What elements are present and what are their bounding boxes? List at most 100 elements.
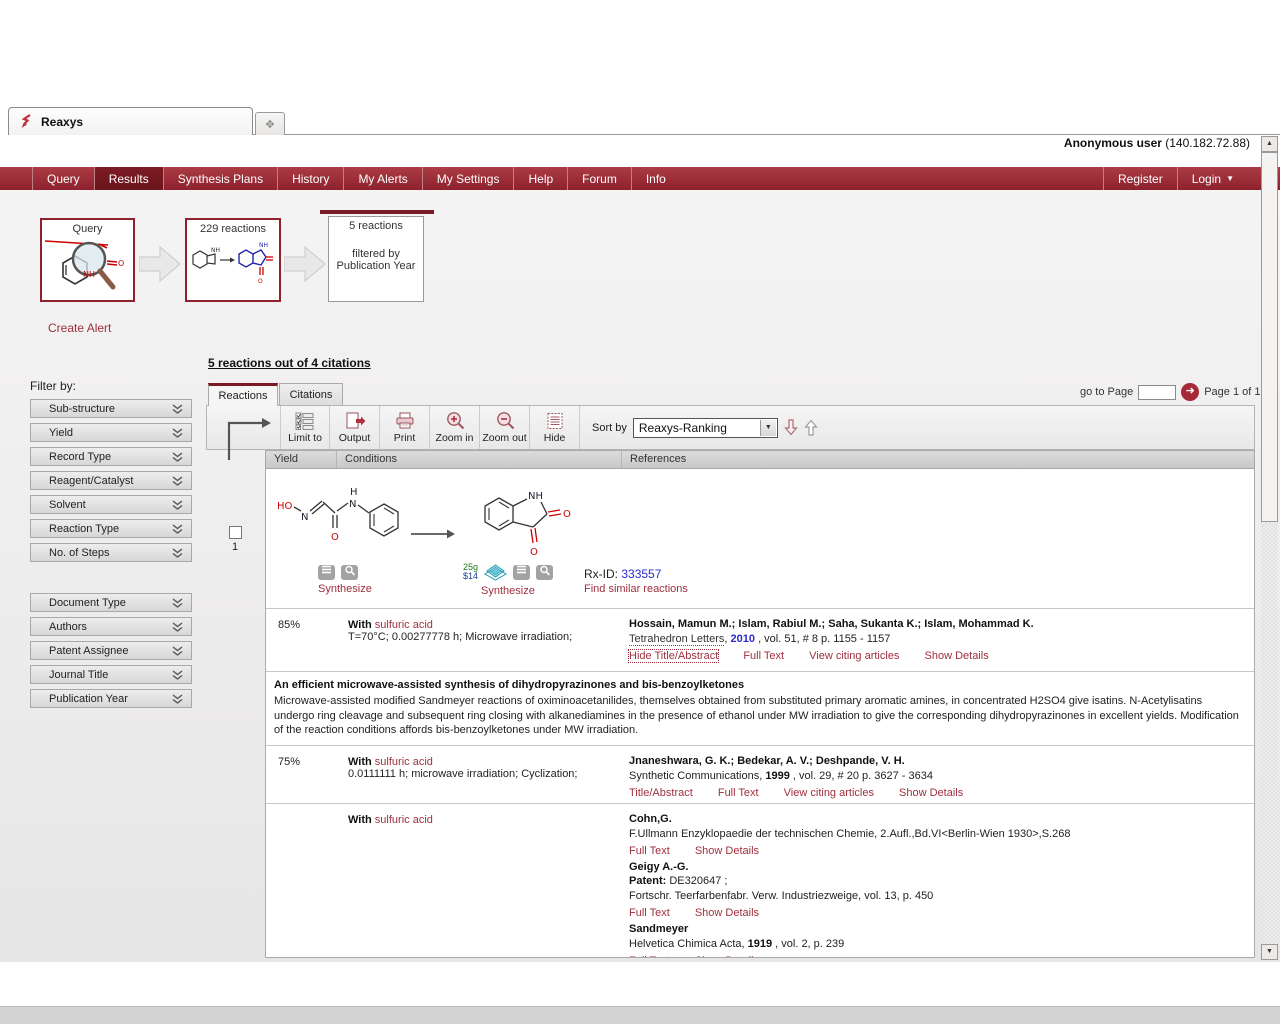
double-chevron-down-icon — [172, 500, 183, 511]
pub-year: 1999 — [765, 770, 789, 782]
filter-journal-title[interactable]: Journal Title — [30, 665, 192, 684]
filter-authors[interactable]: Authors — [30, 617, 192, 636]
nav-history[interactable]: History — [277, 167, 343, 190]
zoom-out-label: Zoom out — [482, 432, 526, 444]
yield-cell: 85% — [266, 609, 336, 671]
sort-descending-icon[interactable] — [784, 419, 798, 436]
supplier-diamond-icon[interactable] — [484, 564, 507, 581]
show-details-link[interactable]: Show Details — [899, 787, 963, 799]
filter-reagent-catalyst[interactable]: Reagent/Catalyst — [30, 471, 192, 490]
flow-filtered-field: Publication Year — [329, 260, 423, 272]
flow-229-reactions-box[interactable]: 229 reactions NH NH O — [185, 218, 281, 302]
full-text-link[interactable]: Full Text — [718, 787, 759, 799]
flow-229-label: 229 reactions — [187, 223, 279, 235]
flow-query-box[interactable]: Query O NH — [40, 218, 135, 302]
nav-help[interactable]: Help — [513, 167, 567, 190]
browser-new-tab-stub[interactable]: ✥ — [255, 112, 285, 135]
filter-reaction-type[interactable]: Reaction Type — [30, 519, 192, 538]
product-list-icon[interactable] — [513, 565, 530, 580]
reagent-link[interactable]: sulfuric acid — [375, 814, 433, 826]
title-abstract-link[interactable]: Title/Abstract — [629, 787, 693, 799]
product-search-icon[interactable] — [536, 565, 553, 580]
reagent-link[interactable]: sulfuric acid — [375, 619, 433, 631]
show-details-link[interactable]: Show Details — [695, 845, 759, 857]
view-citing-articles-link[interactable]: View citing articles — [784, 787, 874, 799]
tab-citations[interactable]: Citations — [279, 383, 343, 406]
scroll-up-button[interactable]: ▲ — [1261, 136, 1278, 152]
col-header-conditions[interactable]: Conditions — [336, 451, 621, 468]
results-toolbar: Limit to Output Print — [206, 405, 1255, 450]
scroll-down-button[interactable]: ▼ — [1261, 944, 1278, 960]
filter-document-type[interactable]: Document Type — [30, 593, 192, 612]
sort-dropdown[interactable]: Reaxys-Ranking ▼ — [633, 418, 778, 438]
record-checkbox[interactable] — [229, 526, 242, 539]
print-button[interactable]: Print — [380, 406, 430, 449]
nav-info[interactable]: Info — [631, 167, 680, 190]
output-icon — [344, 412, 366, 430]
reaction-arrow-icon — [411, 527, 456, 541]
limit-to-button[interactable]: Limit to — [280, 406, 330, 449]
flow-filtered-by: filtered by — [329, 248, 423, 260]
filter-label: No. of Steps — [49, 547, 110, 559]
full-text-link[interactable]: Full Text — [629, 845, 670, 857]
goto-page-button[interactable]: ➜ — [1181, 383, 1199, 401]
output-button[interactable]: Output — [330, 406, 380, 449]
yield-cell: 75% — [266, 746, 336, 803]
nav-forum[interactable]: Forum — [567, 167, 631, 190]
filter-record-type[interactable]: Record Type — [30, 447, 192, 466]
sort-ascending-icon[interactable] — [804, 419, 818, 436]
nav-results[interactable]: Results — [94, 167, 163, 190]
find-similar-reactions-link[interactable]: Find similar reactions — [584, 583, 688, 595]
double-chevron-down-icon — [172, 404, 183, 415]
create-alert-link[interactable]: Create Alert — [48, 321, 111, 335]
nav-my-settings[interactable]: My Settings — [422, 167, 514, 190]
show-details-link[interactable]: Show Details — [695, 955, 759, 958]
tabstrip-border — [250, 134, 1280, 135]
full-text-link[interactable]: Full Text — [743, 650, 784, 662]
filter-no-of-steps[interactable]: No. of Steps — [30, 543, 192, 562]
filter-yield[interactable]: Yield — [30, 423, 192, 442]
nav-login[interactable]: Login ▼ — [1177, 167, 1248, 190]
nav-my-alerts[interactable]: My Alerts — [343, 167, 421, 190]
hide-button[interactable]: Hide — [530, 406, 580, 449]
query-structure-image: O NH — [45, 235, 130, 295]
nav-query[interactable]: Query — [32, 167, 94, 190]
col-header-yield[interactable]: Yield — [266, 451, 336, 468]
reagent-link[interactable]: sulfuric acid — [375, 756, 433, 768]
synthesize-link-right[interactable]: Synthesize — [481, 585, 556, 597]
tab-reactions[interactable]: Reactions — [208, 383, 278, 406]
hide-title-abstract-link[interactable]: Hide Title/Abstract — [629, 650, 718, 662]
authors: Hossain, Mamun M.; Islam, Rabiul M.; Sah… — [629, 618, 1034, 630]
zoom-in-button[interactable]: Zoom in — [430, 406, 480, 449]
rx-id-value[interactable]: 333557 — [621, 567, 661, 581]
scrollbar-thumb[interactable] — [1261, 152, 1278, 522]
full-text-link[interactable]: Full Text — [629, 907, 670, 919]
nav-register[interactable]: Register — [1103, 167, 1177, 190]
filter-patent-assignee[interactable]: Patent Assignee — [30, 641, 192, 660]
full-text-link[interactable]: Full Text — [629, 955, 670, 958]
journal-link[interactable]: Tetrahedron Letters — [629, 633, 724, 646]
filter-sub-structure[interactable]: Sub-structure — [30, 399, 192, 418]
double-chevron-down-icon — [172, 428, 183, 439]
zoom-in-label: Zoom in — [436, 432, 474, 444]
print-label: Print — [394, 432, 416, 444]
vertical-scrollbar[interactable]: ▲ ▼ — [1261, 136, 1278, 960]
filter-publication-year[interactable]: Publication Year — [30, 689, 192, 708]
nav-synthesis-plans[interactable]: Synthesis Plans — [163, 167, 277, 190]
view-citing-articles-link[interactable]: View citing articles — [809, 650, 899, 662]
filter-solvent[interactable]: Solvent — [30, 495, 192, 514]
references-cell: Jnaneshwara, G. K.; Bedekar, A. V.; Desh… — [621, 746, 1254, 803]
col-header-references[interactable]: References — [621, 451, 1254, 468]
synthesize-link-left[interactable]: Synthesize — [318, 583, 372, 595]
flow-filtered-box[interactable]: 5 reactions filtered by Publication Year — [328, 216, 424, 302]
browser-tab-reaxys[interactable]: Reaxys — [8, 107, 253, 135]
goto-page-input[interactable] — [1138, 385, 1176, 400]
show-details-link[interactable]: Show Details — [695, 907, 759, 919]
journal-comma: , — [724, 633, 727, 645]
svg-text:O: O — [258, 278, 263, 285]
reactant-search-icon[interactable] — [341, 565, 358, 580]
zoom-out-button[interactable]: Zoom out — [480, 406, 530, 449]
show-details-link[interactable]: Show Details — [925, 650, 989, 662]
reactant-list-icon[interactable] — [318, 565, 335, 580]
conditions-cell: With sulfuric acid — [336, 804, 621, 958]
